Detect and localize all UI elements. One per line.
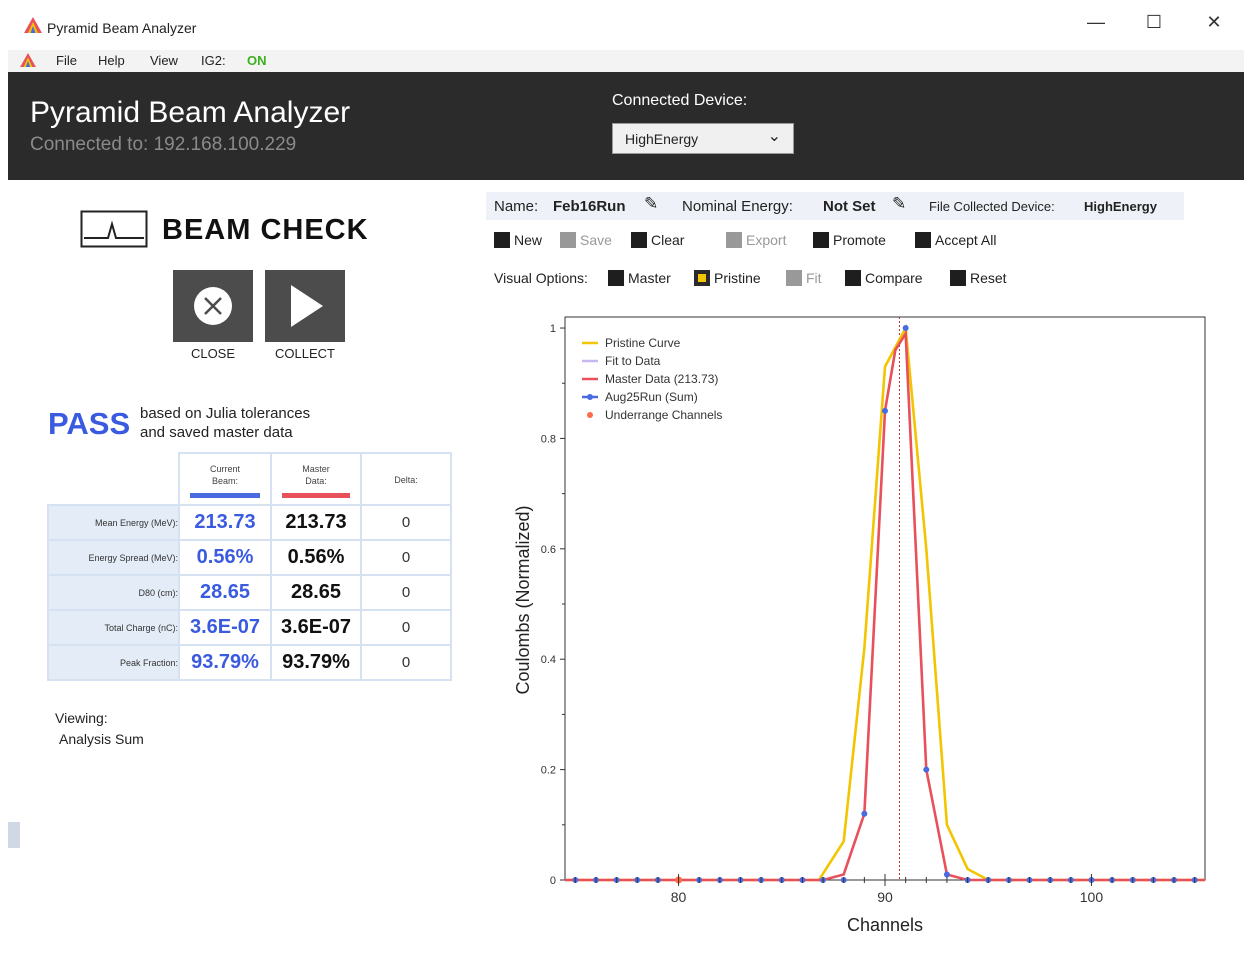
current-beam-header: Current Beam: — [178, 452, 272, 506]
row-label: Total Charge (nC): — [47, 609, 180, 646]
device-select-value: HighEnergy — [625, 131, 699, 147]
table-row: Total Charge (nC): 3.6E-07 3.6E-07 0 — [47, 609, 452, 646]
window-title: Pyramid Beam Analyzer — [47, 20, 197, 36]
minimize-button[interactable]: — — [1076, 12, 1116, 33]
data-point — [861, 810, 868, 817]
data-point — [882, 407, 888, 414]
delta-header: Delta: — [360, 452, 452, 506]
maximize-button[interactable]: ☐ — [1134, 12, 1174, 33]
legend-label: Aug25Run (Sum) — [605, 390, 698, 404]
row-label: Mean Energy (MeV): — [47, 504, 180, 541]
data-point — [923, 766, 930, 773]
window-titlebar: Pyramid Beam Analyzer — ☐ ✕ — [0, 0, 1244, 50]
collect-button[interactable] — [265, 270, 345, 342]
x-axis-label: Channels — [847, 915, 923, 935]
y-tick-label: 0.8 — [541, 433, 556, 445]
beam-waveform-icon — [80, 210, 148, 248]
master-data-header: Master Data: — [270, 452, 362, 506]
row-label: Peak Fraction: — [47, 644, 180, 681]
app-header: Pyramid Beam Analyzer Connected to: 192.… — [8, 72, 1244, 180]
chevron-down-icon: ⌄ — [767, 128, 781, 145]
play-icon — [291, 285, 323, 327]
delta-value: 0 — [360, 504, 452, 541]
legend-marker — [587, 412, 593, 418]
pyramid-logo-icon — [20, 53, 36, 67]
x-tick-label: 100 — [1080, 889, 1104, 905]
menu-ig2-label[interactable]: IG2: — [201, 53, 226, 68]
master-value: 93.79% — [270, 644, 362, 681]
master-value: 0.56% — [270, 539, 362, 576]
table-corner — [48, 453, 179, 505]
current-legend-bar — [190, 493, 260, 498]
viewing-info: Viewing: Analysis Sum — [55, 708, 144, 750]
viewing-value: Analysis Sum — [59, 731, 144, 747]
menu-help[interactable]: Help — [98, 53, 125, 68]
pass-status: PASS — [48, 406, 131, 441]
collect-button-label: COLLECT — [275, 346, 335, 361]
delta-value: 0 — [360, 609, 452, 646]
current-value: 28.65 — [178, 574, 272, 611]
current-value: 213.73 — [178, 504, 272, 541]
legend-label: Fit to Data — [605, 354, 661, 368]
y-axis-label: Coulombs (Normalized) — [513, 505, 533, 694]
x-tick-label: 90 — [877, 889, 893, 905]
pass-note: based on Julia tolerances and saved mast… — [140, 404, 310, 442]
current-value: 3.6E-07 — [178, 609, 272, 646]
master-value: 3.6E-07 — [270, 609, 362, 646]
y-tick-label: 0.6 — [541, 544, 556, 556]
ig2-status: ON — [247, 53, 267, 68]
y-tick-label: 0 — [550, 875, 556, 887]
x-tick-label: 80 — [671, 889, 687, 905]
pass-note-line-2: and saved master data — [140, 424, 293, 441]
delta-value: 0 — [360, 539, 452, 576]
legend-label: Underrange Channels — [605, 408, 722, 422]
current-value: 93.79% — [178, 644, 272, 681]
y-tick-label: 0.4 — [541, 654, 556, 666]
pass-note-line-1: based on Julia tolerances — [140, 405, 311, 422]
close-button-label: CLOSE — [190, 346, 236, 361]
analysis-panel: Name: Feb16Run ✎ Nominal Energy: Not Set… — [486, 190, 1244, 958]
close-window-button[interactable]: ✕ — [1194, 12, 1234, 33]
close-button[interactable] — [173, 270, 253, 342]
menu-file[interactable]: File — [56, 53, 77, 68]
menu-view[interactable]: View — [150, 53, 178, 68]
master-legend-bar — [282, 493, 350, 498]
beam-check-title: BEAM CHECK — [162, 214, 369, 246]
y-tick-label: 0.2 — [541, 765, 556, 777]
delta-value: 0 — [360, 644, 452, 681]
menu-bar: File Help View IG2: ON — [8, 50, 1244, 72]
close-circle-icon — [194, 287, 232, 325]
table-row: Mean Energy (MeV): 213.73 213.73 0 — [47, 504, 452, 541]
device-select[interactable]: HighEnergy ⌄ — [612, 123, 794, 154]
beam-profile-chart[interactable]: 0 0.2 0.4 0.6 0.8 1 80 90 100 Channels Coulombs … — [486, 190, 1244, 958]
viewing-label: Viewing: — [55, 710, 108, 726]
beam-check-panel: BEAM CHECK CLOSE COLLECT PASS based on J… — [20, 180, 482, 958]
table-row: D80 (cm): 28.65 28.65 0 — [47, 574, 452, 611]
row-label: D80 (cm): — [47, 574, 180, 611]
connection-status: Connected to: 192.168.100.229 — [30, 134, 297, 155]
table-row: Peak Fraction: 93.79% 93.79% 0 — [47, 644, 452, 681]
master-value: 213.73 — [270, 504, 362, 541]
pyramid-logo-icon — [24, 17, 42, 33]
legend-label: Master Data (213.73) — [605, 372, 718, 386]
metrics-table: Current Beam: Master Data: Delta: Mean Ene… — [47, 452, 452, 681]
legend-marker — [587, 394, 593, 400]
table-row: Energy Spread (MeV): 0.56% 0.56% 0 — [47, 539, 452, 576]
delta-value: 0 — [360, 574, 452, 611]
data-point — [902, 325, 909, 332]
device-label: Connected Device: — [612, 92, 748, 109]
master-value: 28.65 — [270, 574, 362, 611]
data-point — [943, 871, 950, 878]
legend-label: Pristine Curve — [605, 336, 681, 350]
y-tick-label: 1 — [550, 323, 556, 335]
current-value: 0.56% — [178, 539, 272, 576]
row-label: Energy Spread (MeV): — [47, 539, 180, 576]
left-scroll-thumb[interactable] — [8, 822, 20, 848]
app-name: Pyramid Beam Analyzer — [30, 96, 351, 129]
